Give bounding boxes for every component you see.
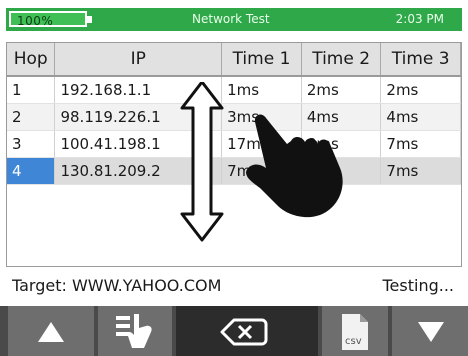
time3-cell: 7ms: [380, 157, 461, 185]
swipe-gesture-icon: [180, 82, 343, 242]
battery-terminal: [87, 16, 92, 23]
csv-file-icon: csv: [342, 314, 368, 350]
time3-cell: 7ms: [380, 130, 461, 158]
column-header-ip[interactable]: IP: [54, 43, 223, 77]
hop-cell: 2: [7, 103, 56, 131]
hop-cell: 1: [7, 76, 56, 104]
down-arrow-icon: [418, 322, 444, 342]
status-bar: 100% Network Test 2:03 PM: [6, 8, 462, 31]
bottom-toolbar: csv: [0, 306, 468, 356]
column-header-time2[interactable]: Time 2: [301, 43, 382, 77]
battery-level: 100%: [17, 14, 54, 28]
csv-label: csv: [345, 336, 362, 347]
column-header-time1[interactable]: Time 1: [221, 43, 302, 77]
up-arrow-icon: [38, 322, 64, 342]
export-csv-button[interactable]: csv: [322, 306, 388, 356]
time3-cell: 4ms: [380, 103, 461, 131]
column-header-hop[interactable]: Hop: [7, 43, 56, 77]
select-hop-button[interactable]: [98, 306, 172, 356]
backspace-icon: [220, 318, 268, 346]
time3-cell: 2ms: [380, 76, 461, 104]
column-header-time3[interactable]: Time 3: [380, 43, 461, 77]
scroll-down-button[interactable]: [392, 306, 468, 356]
hop-cell: 3: [7, 130, 56, 158]
network-test-screen: 100% Network Test 2:03 PM Hop IP Time 1 …: [0, 0, 468, 356]
test-state: Testing...: [382, 276, 454, 295]
hop-cell-selected: 4: [7, 157, 56, 185]
hand-list-icon: [116, 314, 152, 348]
clock: 2:03 PM: [395, 12, 444, 26]
table-header-row: Hop IP Time 1 Time 2 Time 3: [7, 43, 461, 77]
target-label: Target: WWW.YAHOO.COM: [12, 276, 222, 295]
clear-button[interactable]: [176, 306, 318, 356]
scroll-up-button[interactable]: [8, 306, 94, 356]
battery-icon: 100%: [9, 11, 87, 28]
screen-title: Network Test: [192, 12, 270, 26]
